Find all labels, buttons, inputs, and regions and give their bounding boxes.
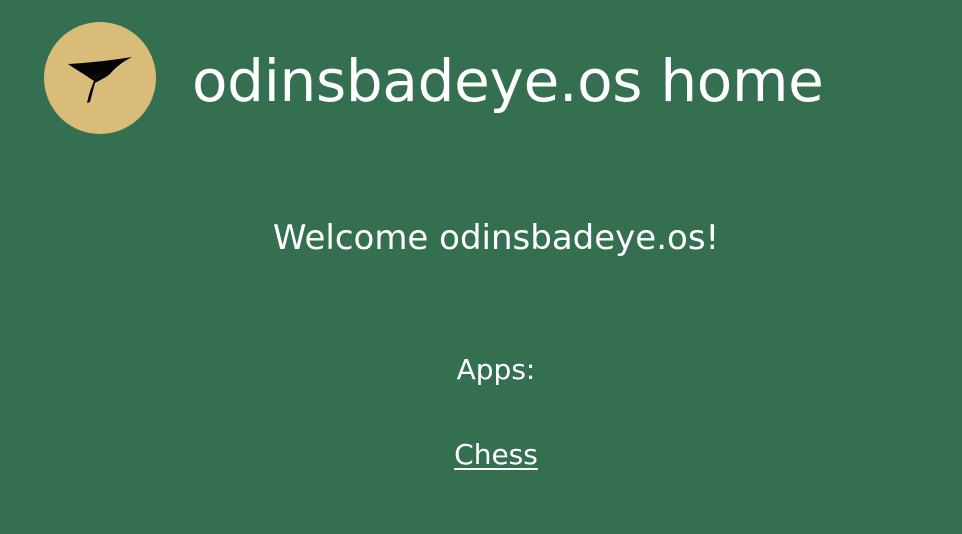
app-link-chess[interactable]: Chess: [448, 437, 544, 473]
page-header: odinsbadeye.os home: [0, 0, 962, 160]
home-page: odinsbadeye.os home Welcome odinsbadeye.…: [0, 0, 962, 534]
swift-bird-icon: [68, 57, 132, 103]
site-logo: [44, 22, 156, 134]
page-title: odinsbadeye.os home: [192, 47, 824, 115]
welcome-message: Welcome odinsbadeye.os!: [272, 218, 720, 258]
apps-heading: Apps:: [456, 353, 536, 386]
